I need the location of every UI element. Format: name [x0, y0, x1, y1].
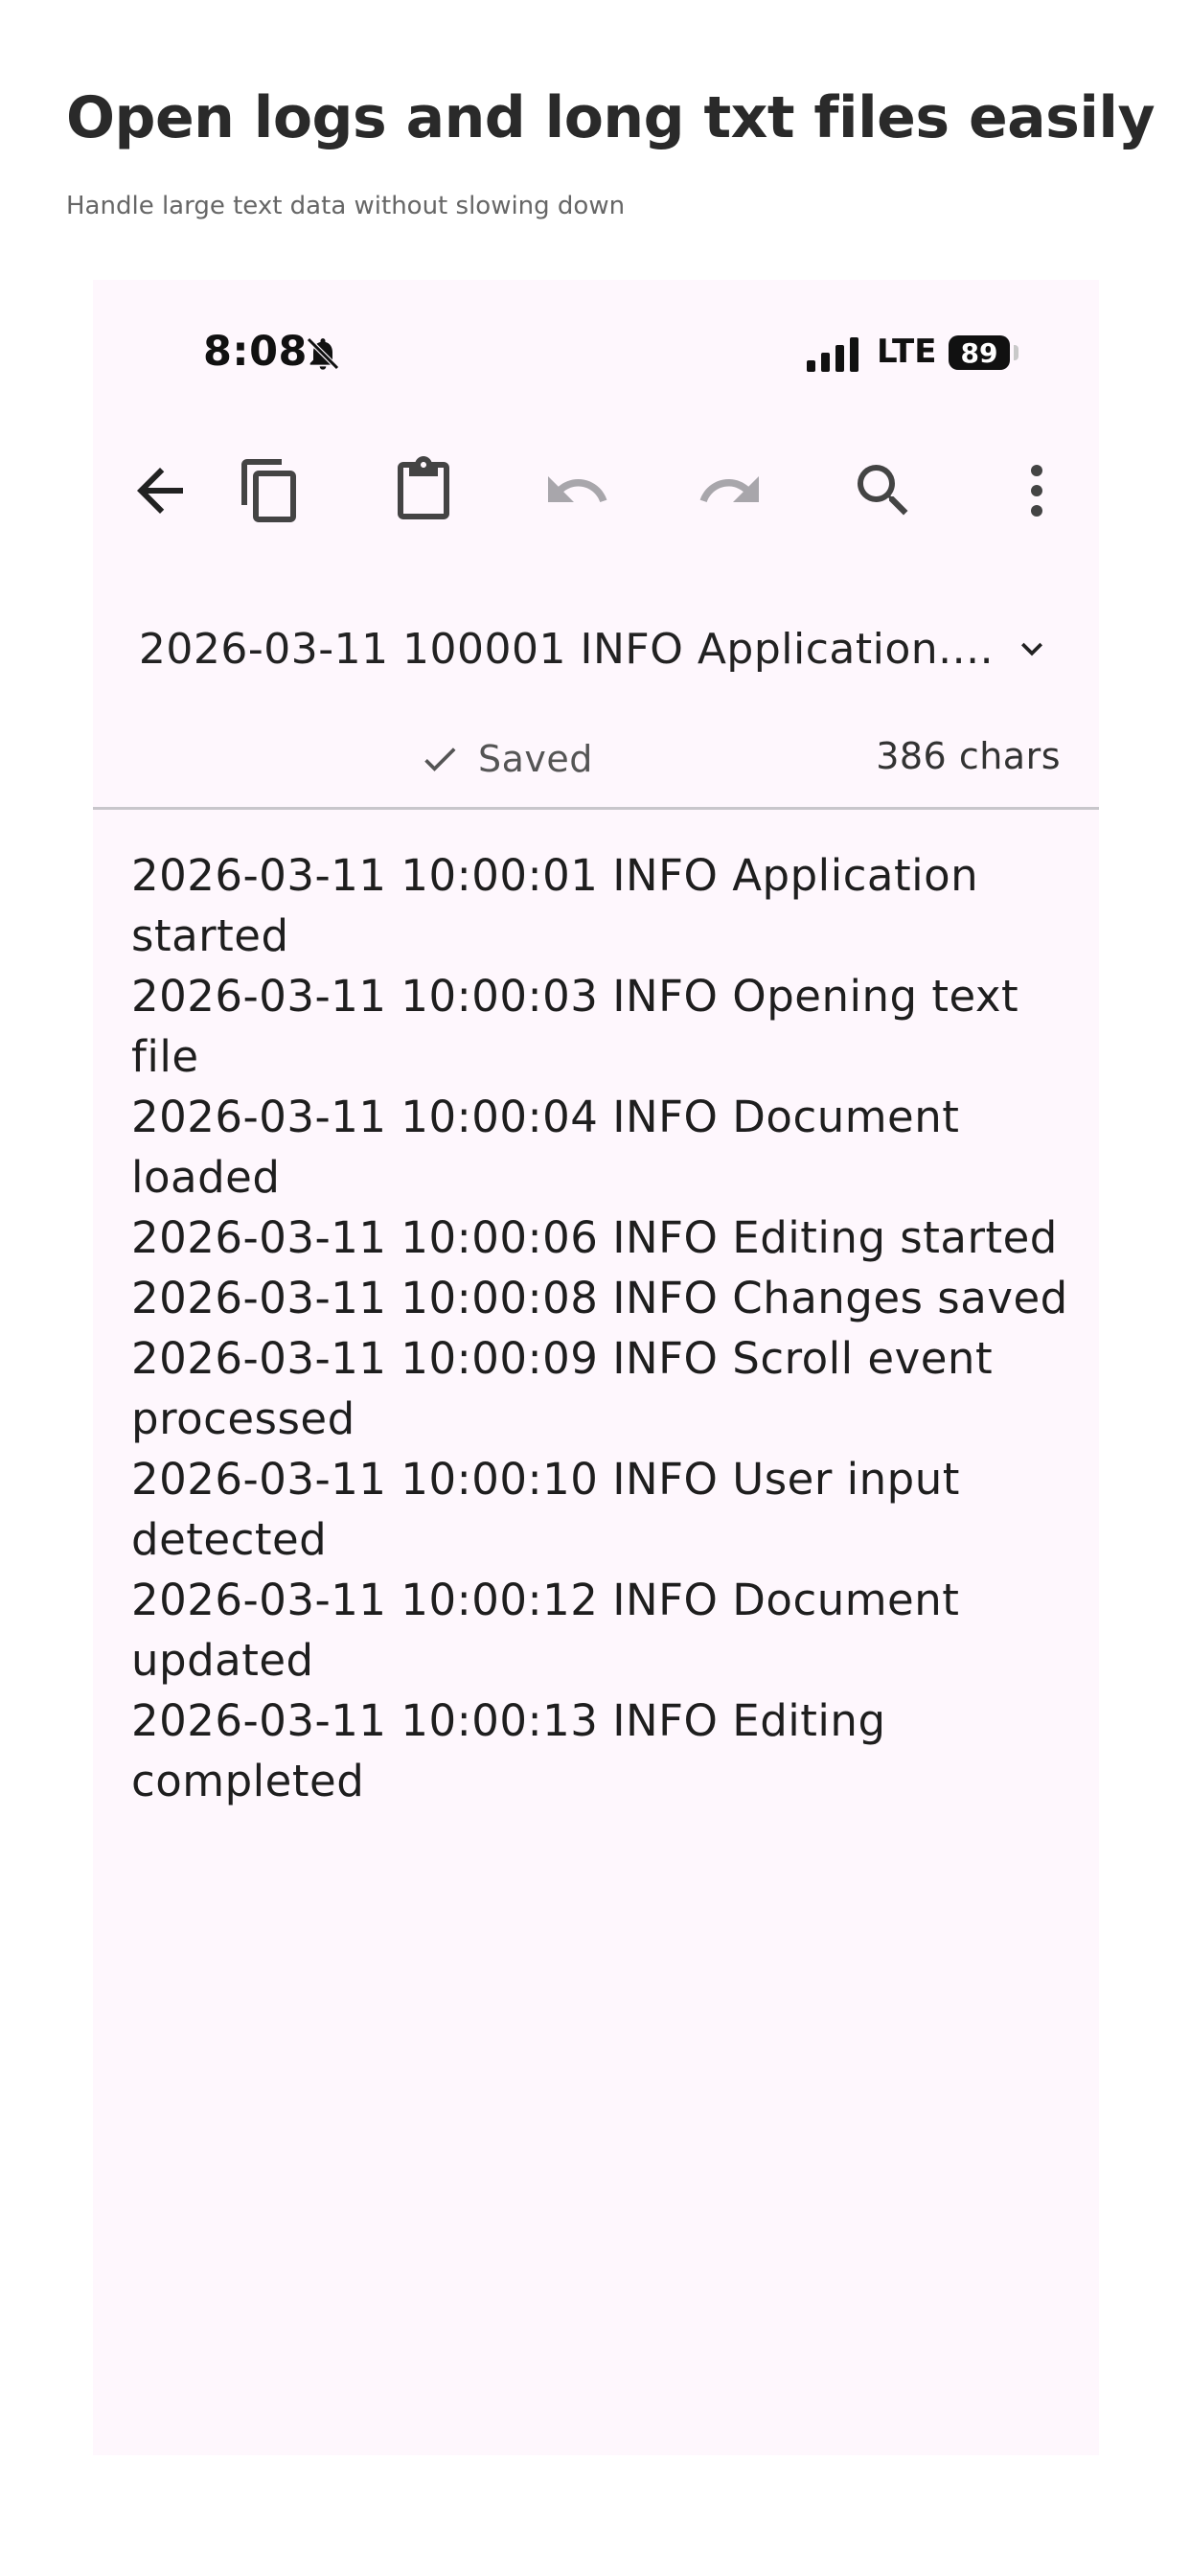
- copy-icon: [241, 459, 296, 522]
- copy-button[interactable]: [232, 452, 309, 529]
- editor-line: 2026-03-11 10:00:03 INFO Opening text fi…: [131, 971, 1019, 1082]
- battery-icon: 89: [949, 335, 1010, 370]
- more-options-button[interactable]: [998, 452, 1075, 529]
- chevron-down-icon: [1021, 642, 1043, 656]
- editor-line: 2026-03-11 10:00:10 INFO User input dete…: [131, 1454, 960, 1565]
- text-editor[interactable]: 2026-03-11 10:00:01 INFO Application sta…: [131, 845, 1070, 1811]
- status-time: 8:08: [203, 328, 308, 376]
- status-bar: 8:08 LTE 89: [93, 280, 1099, 424]
- paste-button[interactable]: [385, 452, 462, 529]
- document-title-dropdown[interactable]: 2026-03-11 100001 INFO Application....: [93, 606, 1099, 692]
- redo-button[interactable]: [692, 452, 768, 529]
- phone-screen: 8:08 LTE 89 2026-03-11 100001 INFO Appli…: [93, 280, 1099, 2455]
- editor-line: 2026-03-11 10:00:09 INFO Scroll event pr…: [131, 1333, 994, 1444]
- editor-line: 2026-03-11 10:00:04 INFO Document loaded: [131, 1092, 960, 1203]
- more-vert-icon: [1031, 465, 1042, 517]
- editor-line: 2026-03-11 10:00:08 INFO Changes saved: [131, 1273, 1068, 1323]
- signal-icon: [807, 337, 858, 372]
- search-icon: [858, 465, 908, 516]
- promo-page: Open logs and long txt files easily Hand…: [0, 0, 1190, 2576]
- back-button[interactable]: [122, 452, 198, 529]
- editor-line: 2026-03-11 10:00:01 INFO Application sta…: [131, 850, 979, 961]
- back-arrow-icon: [137, 468, 183, 514]
- divider: [93, 807, 1099, 810]
- battery-nub: [1014, 345, 1018, 360]
- network-type: LTE: [877, 333, 937, 371]
- hero-subtitle: Handle large text data without slowing d…: [66, 192, 626, 220]
- saved-status: Saved: [419, 730, 593, 788]
- redo-icon: [699, 476, 759, 502]
- bell-muted-icon: [307, 337, 339, 370]
- char-count: 386 chars: [876, 735, 1061, 777]
- paste-clipboard-icon: [398, 456, 449, 519]
- saved-label: Saved: [478, 738, 593, 780]
- battery-level: 89: [960, 336, 998, 369]
- undo-button[interactable]: [538, 452, 615, 529]
- undo-icon: [548, 476, 607, 502]
- document-title: 2026-03-11 100001 INFO Application....: [138, 624, 995, 674]
- hero-title: Open logs and long txt files easily: [66, 84, 1156, 151]
- editor-line: 2026-03-11 10:00:13 INFO Editing complet…: [131, 1695, 886, 1806]
- editor-line: 2026-03-11 10:00:06 INFO Editing started: [131, 1212, 1058, 1263]
- checkmark-icon: [424, 748, 456, 771]
- editor-line: 2026-03-11 10:00:12 INFO Document update…: [131, 1575, 960, 1686]
- search-button[interactable]: [845, 452, 922, 529]
